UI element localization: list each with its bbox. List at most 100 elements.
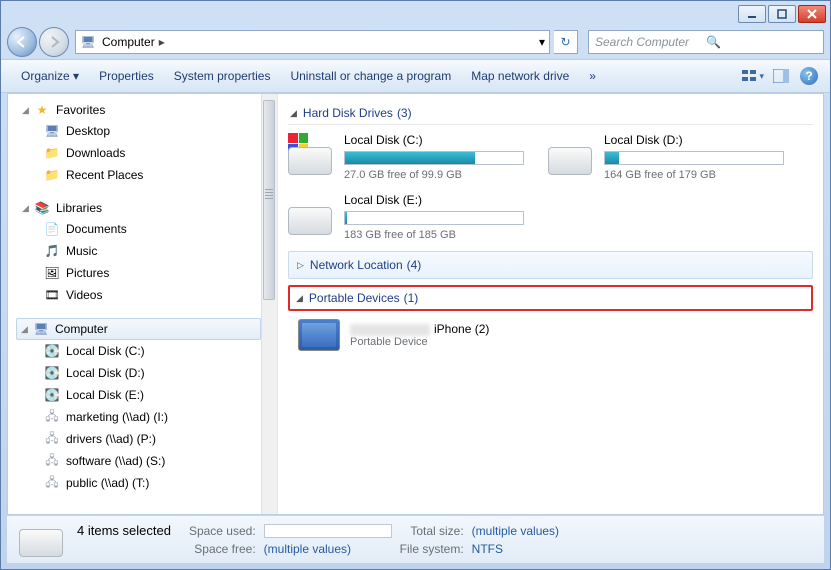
capacity-bar	[344, 151, 524, 165]
section-portable-devices[interactable]: ◢ Portable Devices (1)	[288, 285, 813, 311]
drive-free-text: 164 GB free of 179 GB	[604, 169, 788, 181]
network-drive-icon: 🖧	[44, 431, 60, 447]
system-properties-button[interactable]: System properties	[164, 65, 281, 87]
space-used-bar	[264, 524, 392, 538]
forward-button[interactable]	[39, 27, 69, 57]
favorites-label: Favorites	[56, 103, 105, 117]
minimize-icon	[747, 9, 757, 19]
section-count: (3)	[397, 106, 412, 120]
collapse-icon: ◢	[296, 293, 303, 304]
refresh-icon: ↻	[560, 35, 570, 49]
breadcrumb-location[interactable]: Computer	[102, 35, 155, 49]
drive-free-text: 27.0 GB free of 99.9 GB	[344, 169, 528, 181]
drive-tile-c[interactable]: Local Disk (C:) 27.0 GB free of 99.9 GB	[288, 133, 528, 181]
uninstall-button[interactable]: Uninstall or change a program	[280, 65, 461, 87]
close-button[interactable]	[798, 5, 826, 23]
sidebar-item-drive-i[interactable]: 🖧marketing (\\ad) (I:)	[8, 406, 277, 428]
sidebar-item-drive-c[interactable]: 💽Local Disk (C:)	[8, 340, 277, 362]
libraries-header[interactable]: ◢ 📚 Libraries	[8, 198, 277, 218]
space-used-label: Space used:	[189, 524, 256, 538]
sidebar-item-recent-places[interactable]: 📁Recent Places	[8, 164, 277, 186]
preview-pane-icon	[773, 69, 789, 83]
sidebar-item-desktop[interactable]: 🖥Desktop	[8, 120, 277, 142]
help-button[interactable]: ?	[798, 65, 820, 87]
drive-icon: 💽	[44, 387, 60, 403]
sidebar-item-drive-t[interactable]: 🖧public (\\ad) (T:)	[8, 472, 277, 494]
music-icon: 🎵	[44, 243, 60, 259]
minimize-button[interactable]	[738, 5, 766, 23]
selection-icon	[19, 523, 63, 557]
capacity-bar	[344, 211, 524, 225]
folder-icon: 📁	[44, 145, 60, 161]
network-drive-icon: 🖧	[44, 453, 60, 469]
favorites-header[interactable]: ◢ ★ Favorites	[8, 100, 277, 120]
star-icon: ★	[34, 102, 50, 118]
more-commands[interactable]: »	[579, 65, 606, 87]
computer-header[interactable]: ◢ 🖥 Computer	[16, 318, 261, 340]
space-free-label: Space free:	[189, 542, 256, 556]
computer-icon: 🖥	[80, 34, 96, 50]
search-input[interactable]: Search Computer 🔍	[588, 30, 824, 54]
network-drive-icon: 🖧	[44, 475, 60, 491]
sidebar-item-drive-e[interactable]: 💽Local Disk (E:)	[8, 384, 277, 406]
device-name: iPhone (2)	[350, 322, 489, 336]
space-free-value: (multiple values)	[264, 542, 392, 556]
device-type: Portable Device	[350, 336, 489, 348]
navigation-bar: 🖥 Computer ▸ ▾ ↻ Search Computer 🔍	[1, 25, 830, 59]
sidebar-item-drive-s[interactable]: 🖧software (\\ad) (S:)	[8, 450, 277, 472]
drive-icon	[288, 133, 336, 175]
sidebar-scrollbar[interactable]	[261, 94, 277, 514]
address-bar[interactable]: 🖥 Computer ▸ ▾	[75, 30, 550, 54]
section-label: Hard Disk Drives	[303, 106, 393, 120]
section-label: Portable Devices	[309, 291, 400, 305]
section-network-location[interactable]: ▷ Network Location (4)	[288, 251, 813, 279]
map-drive-button[interactable]: Map network drive	[461, 65, 579, 87]
sidebar-item-videos[interactable]: 🎞Videos	[8, 284, 277, 306]
file-system-value: NTFS	[472, 542, 559, 556]
sidebar-item-downloads[interactable]: 📁Downloads	[8, 142, 277, 164]
sidebar-item-music[interactable]: 🎵Music	[8, 240, 277, 262]
documents-icon: 📄	[44, 221, 60, 237]
view-options-button[interactable]: ▾	[742, 65, 764, 87]
title-bar	[1, 1, 830, 25]
file-system-label: File system:	[400, 542, 464, 556]
preview-pane-button[interactable]	[770, 65, 792, 87]
section-hard-disk-drives[interactable]: ◢ Hard Disk Drives (3)	[288, 102, 813, 125]
sidebar-item-drive-d[interactable]: 💽Local Disk (D:)	[8, 362, 277, 384]
section-label: Network Location	[310, 258, 403, 272]
collapse-icon: ◢	[21, 324, 31, 335]
drive-tile-d[interactable]: Local Disk (D:) 164 GB free of 179 GB	[548, 133, 788, 181]
selection-count: 4 items selected	[77, 523, 171, 538]
details-pane: 4 items selected Space used: Total size:…	[7, 515, 824, 563]
explorer-window: 🖥 Computer ▸ ▾ ↻ Search Computer 🔍 Organ…	[0, 0, 831, 570]
drives-container: Local Disk (C:) 27.0 GB free of 99.9 GB …	[288, 133, 813, 241]
favorites-group: ◢ ★ Favorites 🖥Desktop 📁Downloads 📁Recen…	[8, 100, 277, 186]
help-icon: ?	[800, 67, 818, 85]
sidebar-item-pictures[interactable]: 🖼Pictures	[8, 262, 277, 284]
address-dropdown[interactable]: ▾	[539, 35, 545, 49]
computer-group: ◢ 🖥 Computer 💽Local Disk (C:) 💽Local Dis…	[8, 318, 277, 494]
maximize-button[interactable]	[768, 5, 796, 23]
computer-label: Computer	[55, 322, 108, 336]
drive-tile-e[interactable]: Local Disk (E:) 183 GB free of 185 GB	[288, 193, 528, 241]
explorer-body: ◢ ★ Favorites 🖥Desktop 📁Downloads 📁Recen…	[7, 93, 824, 515]
device-tile-iphone[interactable]: iPhone (2) Portable Device	[288, 319, 813, 351]
view-icon	[742, 69, 756, 83]
drive-icon: 💽	[44, 343, 60, 359]
refresh-button[interactable]: ↻	[554, 30, 578, 54]
breadcrumb-separator[interactable]: ▸	[159, 35, 165, 49]
libraries-icon: 📚	[34, 200, 50, 216]
computer-icon: 🖥	[33, 321, 49, 337]
sidebar-item-documents[interactable]: 📄Documents	[8, 218, 277, 240]
organize-menu[interactable]: Organize ▾	[11, 65, 89, 87]
properties-button[interactable]: Properties	[89, 65, 164, 87]
back-button[interactable]	[7, 27, 37, 57]
collapse-icon: ◢	[22, 105, 32, 116]
sidebar-item-drive-p[interactable]: 🖧drivers (\\ad) (P:)	[8, 428, 277, 450]
collapse-icon: ◢	[290, 108, 297, 119]
drive-icon: 💽	[44, 365, 60, 381]
pictures-icon: 🖼	[44, 265, 60, 281]
libraries-label: Libraries	[56, 201, 102, 215]
videos-icon: 🎞	[44, 287, 60, 303]
drive-name: Local Disk (D:)	[604, 133, 788, 147]
